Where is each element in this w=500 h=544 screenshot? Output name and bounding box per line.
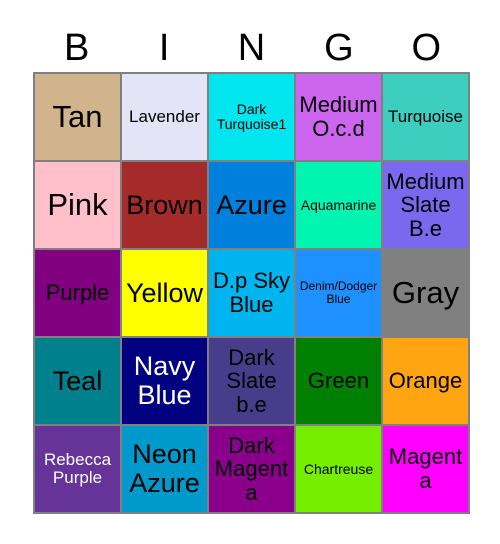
bingo-cell[interactable]: Navy Blue bbox=[122, 338, 209, 426]
bingo-cell-label: Medium Slate B.e bbox=[386, 168, 465, 241]
bingo-cell-label: Dark Slate b.e bbox=[226, 344, 277, 417]
bingo-cell[interactable]: Neon Azure bbox=[122, 426, 209, 514]
bingo-cell[interactable]: Rebecca Purple bbox=[35, 426, 122, 514]
bingo-cell[interactable]: Medium O.c.d bbox=[296, 74, 383, 162]
header-letter-g: G bbox=[324, 27, 354, 69]
bingo-cell-label: Chartreuse bbox=[303, 460, 374, 477]
bingo-cell[interactable]: Brown bbox=[122, 162, 209, 250]
bingo-cell[interactable]: Dark Magenta bbox=[209, 426, 296, 514]
bingo-cell[interactable]: Pink bbox=[35, 162, 122, 250]
bingo-cell[interactable]: Purple bbox=[35, 250, 122, 338]
bingo-cell-label: Rebecca Purple bbox=[43, 449, 112, 487]
bingo-cell[interactable]: Dark Turquoise1 bbox=[209, 74, 296, 162]
bingo-cell-label: Brown bbox=[126, 189, 203, 220]
bingo-cell[interactable]: Denim/Dodger Blue bbox=[296, 250, 383, 338]
bingo-cell[interactable]: Teal bbox=[35, 338, 122, 426]
bingo-cell[interactable]: Gray bbox=[383, 250, 470, 338]
bingo-cell-label: Dark Turquoise1 bbox=[216, 101, 287, 132]
header-letter-n: N bbox=[237, 27, 266, 69]
bingo-cell[interactable]: Chartreuse bbox=[296, 426, 383, 514]
bingo-cell-label: Tan bbox=[52, 99, 103, 135]
bingo-cell[interactable]: Magenta bbox=[383, 426, 470, 514]
bingo-grid: Tan Lavender Dark Turquoise1 Medium O.c.d Tu… bbox=[33, 72, 470, 514]
bingo-cell-label: Teal bbox=[52, 365, 103, 396]
bingo-cell-label: Turquoise bbox=[388, 106, 463, 126]
bingo-cell-label: Gray bbox=[391, 275, 460, 311]
bingo-cell[interactable]: Aquamarine bbox=[296, 162, 383, 250]
bingo-cell[interactable]: Green bbox=[296, 338, 383, 426]
bingo-cell-label: Medium O.c.d bbox=[299, 92, 378, 141]
bingo-cell[interactable]: Yellow bbox=[122, 250, 209, 338]
bingo-cell[interactable]: Tan bbox=[35, 74, 122, 162]
bingo-card: B I N G O Tan Lavender Dark Turquoise1 Medi… bbox=[0, 0, 500, 544]
bingo-cell[interactable]: Lavender bbox=[122, 74, 209, 162]
bingo-cell[interactable]: Orange bbox=[383, 338, 470, 426]
bingo-header-row: B I N G O bbox=[33, 24, 470, 72]
bingo-cell-label: Yellow bbox=[125, 277, 204, 308]
bingo-cell-label: D.p Sky Blue bbox=[212, 268, 291, 317]
header-letter-i: I bbox=[158, 27, 170, 69]
bingo-cell-label: Denim/Dodger Blue bbox=[299, 279, 378, 306]
bingo-cell[interactable]: Dark Slate b.e bbox=[209, 338, 296, 426]
bingo-cell-label: Navy Blue bbox=[133, 351, 196, 410]
bingo-cell-label: Purple bbox=[45, 280, 110, 306]
bingo-cell-label: Neon Azure bbox=[129, 439, 200, 498]
bingo-cell-label: Green bbox=[307, 368, 370, 394]
bingo-cell[interactable]: Medium Slate B.e bbox=[383, 162, 470, 250]
bingo-cell-label: Magenta bbox=[388, 444, 463, 493]
header-letter-o: O bbox=[411, 27, 442, 69]
bingo-cell-label: Azure bbox=[216, 189, 287, 220]
header-letter-b: B bbox=[64, 27, 90, 69]
bingo-cell-label: Aquamarine bbox=[300, 196, 377, 213]
bingo-cell-label: Orange bbox=[388, 368, 463, 394]
bingo-cell-label: Dark Magenta bbox=[214, 432, 289, 505]
bingo-cell[interactable]: Azure bbox=[209, 162, 296, 250]
bingo-cell-label: Pink bbox=[47, 187, 108, 223]
bingo-cell[interactable]: Turquoise bbox=[383, 74, 470, 162]
bingo-cell[interactable]: D.p Sky Blue bbox=[209, 250, 296, 338]
bingo-cell-label: Lavender bbox=[129, 106, 200, 126]
